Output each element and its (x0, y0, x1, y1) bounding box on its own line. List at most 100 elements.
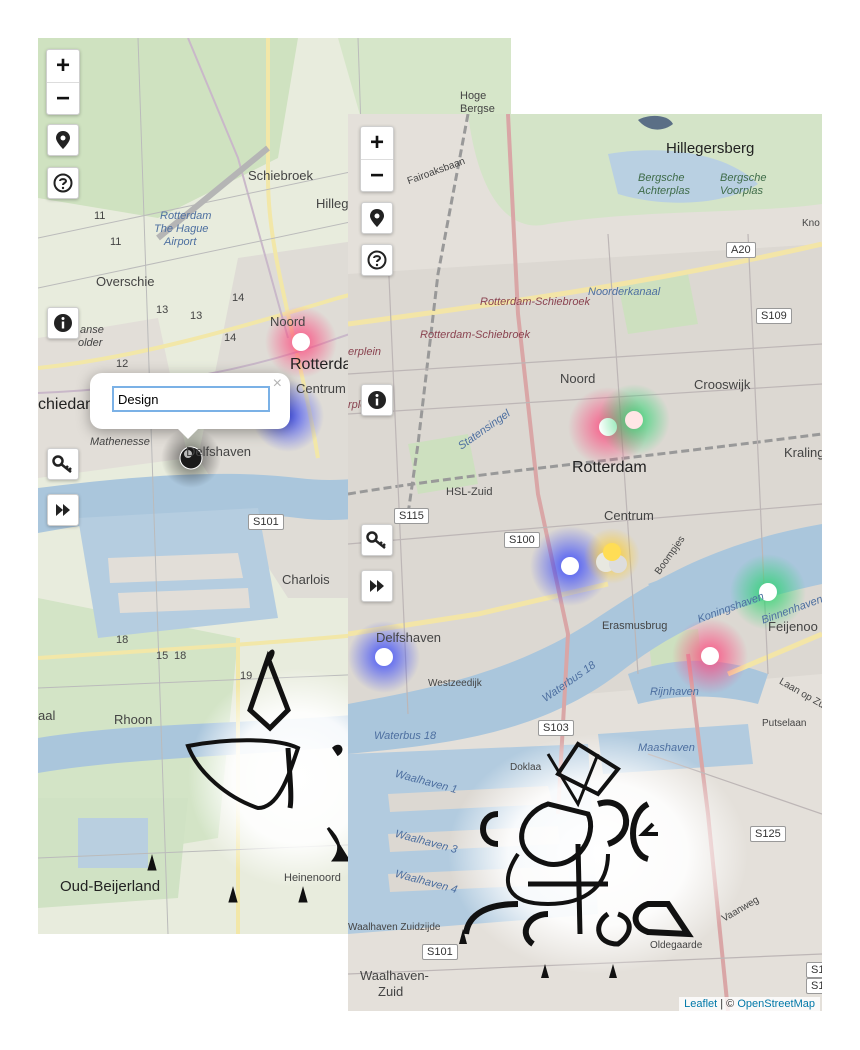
key-button[interactable] (361, 524, 393, 556)
label-centrum: Centrum (604, 508, 654, 523)
label-mathenesse: Mathenesse (90, 436, 150, 448)
zoom-in-button[interactable]: + (47, 50, 79, 82)
shield-s125: S125 (750, 826, 786, 842)
marker-popup: × (90, 373, 290, 439)
zoom-out-button[interactable]: − (361, 159, 393, 191)
label-waalhaven-zuid-2: Zuid (378, 984, 404, 999)
road-number: 11 (110, 236, 122, 248)
label-noord: Noord (560, 371, 596, 386)
label-overschie: Overschie (96, 274, 155, 289)
label-bergsche-2: Achterplas (638, 185, 690, 197)
help-icon (367, 250, 387, 270)
label-westzeedijk: Westzeedijk (428, 678, 482, 689)
help-button[interactable] (47, 167, 79, 199)
label-airport-3: Airport (164, 236, 197, 248)
zoom-control: + − (360, 126, 394, 192)
info-button[interactable] (47, 307, 79, 339)
label-airport-2: The Hague (154, 223, 209, 235)
label-noord: Noord (270, 314, 306, 329)
label-hoge-bergse-1: Hoge (460, 90, 487, 102)
label-rijnhaven: Rijnhaven (650, 686, 699, 698)
attribution-separator: | (720, 998, 724, 1010)
label-schiebroek: Schiebroek (248, 168, 314, 183)
label-airport-1: Rotterdam (160, 210, 212, 222)
road-number: 15 (156, 650, 169, 662)
fast-forward-button[interactable] (47, 494, 79, 526)
map-attribution: Leaflet | © OpenStreetMap (679, 997, 820, 1011)
label-doklaan: Doklaa (510, 762, 542, 773)
road-number: 12 (116, 358, 129, 370)
shield-s115: S115 (394, 508, 429, 524)
shield-s101: S101 (248, 514, 284, 530)
label-kralingen: Kraling (784, 445, 822, 460)
road-number: 18 (116, 634, 129, 646)
label-bergsche-1: Bergsche (638, 172, 685, 184)
marker-pink[interactable] (292, 333, 310, 351)
popup-text-input[interactable] (112, 386, 270, 412)
key-icon (52, 455, 72, 473)
location-button[interactable] (361, 202, 393, 234)
label-bergsche-3: Bergsche (720, 172, 767, 184)
shield-s101: S101 (422, 944, 458, 960)
label-oud-partial: aal (38, 708, 56, 723)
location-pin-icon (370, 209, 384, 227)
road-number: 11 (94, 210, 106, 222)
info-button[interactable] (361, 384, 393, 416)
shield-s103: S103 (538, 720, 574, 736)
label-knoop: Kno (802, 218, 820, 229)
help-button[interactable] (361, 244, 393, 276)
label-bergsche-4: Voorplas (720, 185, 764, 197)
label-rail-1: Rotterdam-Schiebroek (480, 296, 591, 308)
label-oud-beijerland: Oud-Beijerland (60, 878, 161, 895)
fast-forward-button[interactable] (361, 570, 393, 602)
fast-forward-icon (56, 504, 70, 516)
label-rail-2: Rotterdam-Schiebroek (420, 329, 531, 341)
label-hsl-zuid: HSL-Zuid (446, 486, 493, 498)
label-centrum: Centrum (296, 381, 346, 396)
location-pin-icon (56, 131, 70, 149)
label-delfshaven: Delfshaven (376, 630, 442, 645)
key-icon (366, 531, 386, 549)
shield-s109: S109 (756, 308, 792, 324)
key-button[interactable] (47, 448, 79, 480)
map-right[interactable]: Hillegersberg Bergsche Achterplas Bergsc… (348, 114, 822, 1011)
label-charlois: Charlois (282, 572, 330, 587)
label-heinenoord: Heinenoord (284, 872, 341, 884)
road-number: 19 (240, 670, 253, 682)
shield-s100: S100 (504, 532, 540, 548)
label-erplein-1: erplein (348, 346, 382, 358)
label-rhoon: Rhoon (114, 712, 153, 727)
label-hillegersberg: Hilleg (316, 196, 349, 211)
label-waterbus-2: Waterbus 18 (374, 730, 437, 742)
shield-a20: A20 (726, 242, 756, 258)
road-number: 18 (174, 650, 187, 662)
road-number: 13 (156, 304, 169, 316)
copyright-symbol: © (726, 998, 735, 1010)
popup-close-button[interactable]: × (273, 375, 282, 393)
label-rotterdam: Rotterdam (572, 459, 647, 476)
location-button[interactable] (47, 124, 79, 156)
zoom-control: + − (46, 49, 80, 115)
zoom-out-button[interactable]: − (47, 82, 79, 114)
help-icon (53, 173, 73, 193)
label-maashaven: Maashaven (638, 742, 695, 754)
label-waalhaven-zuid-1: Waalhaven- (360, 968, 429, 983)
leaflet-link[interactable]: Leaflet (684, 998, 717, 1010)
label-hillegersberg: Hillegersberg (666, 140, 755, 157)
label-delfshaven: Delfshaven (186, 444, 252, 459)
label-erasmusbrug: Erasmusbrug (602, 620, 668, 632)
info-icon (54, 314, 72, 332)
shield-s1: S1 (806, 962, 822, 978)
openstreetmap-link[interactable]: OpenStreetMap (737, 998, 815, 1010)
road-number: 14 (232, 292, 245, 304)
fast-forward-icon (370, 580, 384, 592)
label-polder-1: anse (80, 324, 104, 336)
label-polder-2: older (78, 337, 103, 349)
zoom-in-button[interactable]: + (361, 127, 393, 159)
label-noorderkanaal: Noorderkanaal (588, 286, 661, 298)
label-oldegaarde: Oldegaarde (650, 940, 703, 951)
label-crooswijk: Crooswijk (694, 377, 751, 392)
label-putselaan: Putselaan (762, 718, 807, 729)
road-number: 14 (224, 332, 237, 344)
road-number: 13 (190, 310, 203, 322)
